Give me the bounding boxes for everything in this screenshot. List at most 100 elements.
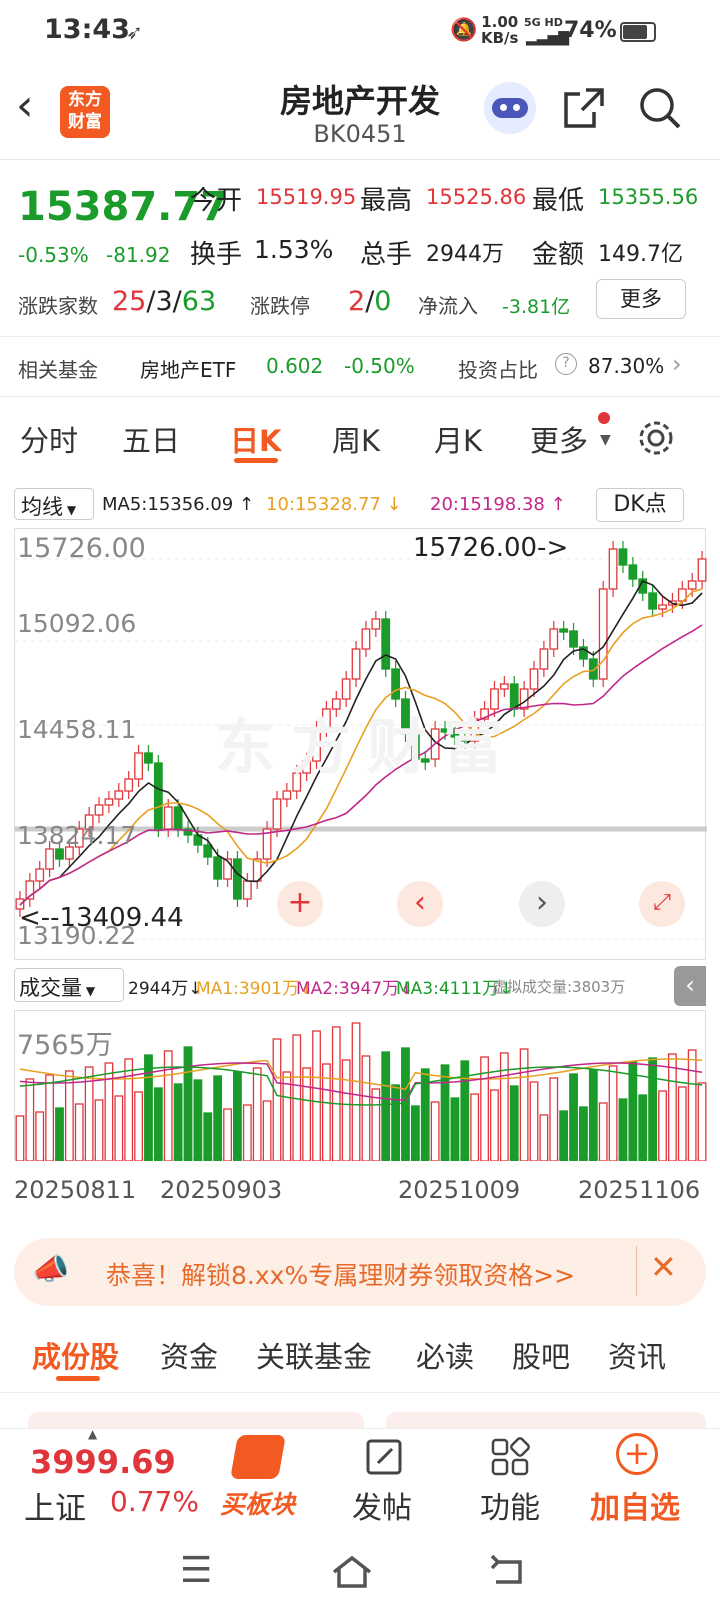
settings-gear-icon[interactable]: [636, 418, 676, 458]
menu-icon[interactable]: ☰: [180, 1550, 212, 1591]
battery-icon: [620, 22, 656, 42]
index-name[interactable]: 上证: [24, 1483, 86, 1528]
tab-constituents[interactable]: 成份股: [32, 1334, 119, 1376]
functions-label[interactable]: 功能: [480, 1483, 540, 1527]
volume-bar: [667, 1053, 677, 1161]
volume-bar: [272, 1038, 282, 1161]
fullscreen-icon[interactable]: ⤢: [639, 881, 685, 927]
edit-post-icon[interactable]: [364, 1437, 404, 1477]
tab-must-read[interactable]: 必读: [416, 1334, 474, 1376]
volume-bar: [64, 1070, 74, 1161]
amount-value: 149.7亿: [598, 242, 683, 267]
candle: [618, 541, 628, 573]
close-icon[interactable]: ✕: [650, 1248, 677, 1286]
pan-left-button[interactable]: ‹: [397, 881, 443, 927]
post-label[interactable]: 发帖: [352, 1483, 412, 1527]
robot-assistant-icon[interactable]: [484, 82, 536, 134]
more-quote-button[interactable]: 更多: [596, 279, 686, 319]
y-label-4: 13824.17: [17, 821, 137, 850]
promo-banner[interactable]: 📣 恭喜！解锁8.xx%专属理财券领取资格>> ✕: [14, 1238, 706, 1306]
volume-bar: [677, 1086, 687, 1161]
virtual-volume: 虚拟成交量:3803万: [492, 978, 626, 996]
chevron-right-icon[interactable]: ›: [672, 350, 682, 378]
volume-bar: [104, 1062, 114, 1161]
candle: [252, 851, 262, 889]
index-value[interactable]: 3999.69: [30, 1443, 176, 1481]
tab-monthly-k[interactable]: 月K: [434, 418, 482, 460]
tab-daily-k[interactable]: 日K: [230, 418, 281, 460]
candle: [104, 791, 114, 813]
candle: [114, 783, 124, 807]
volume-bar: [55, 1107, 64, 1161]
zoom-in-button[interactable]: +: [277, 881, 323, 927]
candle: [351, 641, 361, 687]
volume-bar: [74, 1103, 84, 1161]
signal-label: 5G HD: [524, 16, 563, 29]
volume-now: 2944万↓: [128, 979, 203, 999]
candle: [559, 621, 569, 640]
kline-chart[interactable]: 东方财富 15726.00 15092.06 14458.11 13824.17…: [14, 528, 707, 960]
volume-bar: [45, 1074, 55, 1161]
help-icon[interactable]: ?: [555, 353, 577, 375]
volume-chart: 7565万: [14, 1010, 707, 1161]
candle: [608, 541, 618, 597]
caret-up-icon: ▲: [88, 1427, 98, 1441]
volume-bar: [549, 1077, 559, 1161]
index-pct[interactable]: 0.77%: [110, 1485, 199, 1518]
volume-bar: [193, 1079, 203, 1161]
home-icon[interactable]: [330, 1554, 374, 1590]
volume-bar: [529, 1081, 539, 1161]
board-code: BK0451: [313, 120, 407, 148]
high-label: 最高: [360, 186, 413, 216]
add-favorite-icon[interactable]: +: [616, 1433, 658, 1475]
status-bar: 13:43 ➶ 🔕 1.00 KB/s 5G HD ▂▃▅▇ 74%: [0, 0, 720, 66]
functions-grid-icon[interactable]: [490, 1437, 530, 1477]
volume-bar: [242, 1104, 252, 1161]
volume-bar: [233, 1071, 242, 1161]
collapse-panel-button[interactable]: ‹: [674, 966, 706, 1006]
open-value: 15519.95: [256, 185, 357, 209]
volume-bar: [658, 1090, 667, 1161]
tab-more[interactable]: 更多: [530, 418, 588, 460]
volume-y-max: 7565万: [17, 1030, 113, 1061]
tab-related-funds[interactable]: 关联基金: [256, 1334, 372, 1376]
fund-price: 0.602: [266, 354, 324, 378]
volume-bar: [401, 1047, 410, 1161]
low-value: 15355.56: [598, 185, 699, 209]
tab-forum[interactable]: 股吧: [512, 1334, 570, 1376]
notification-dot: [598, 412, 610, 424]
candle: [539, 641, 549, 677]
mute-icon: 🔕: [450, 18, 478, 43]
candle: [381, 611, 391, 677]
dk-point-button[interactable]: DK点: [596, 488, 684, 522]
tab-five-day[interactable]: 五日: [122, 418, 180, 460]
tab-funds[interactable]: 资金: [160, 1334, 218, 1376]
tab-news[interactable]: 资讯: [608, 1334, 666, 1376]
tab-weekly-k[interactable]: 周K: [332, 418, 380, 460]
buy-sector-icon[interactable]: [230, 1435, 286, 1479]
candle: [361, 621, 371, 657]
volume-select[interactable]: 成交量 ▼: [14, 968, 124, 1002]
add-favorite-label[interactable]: 加自选: [590, 1483, 680, 1527]
watermark: 东方财富: [215, 713, 519, 783]
pan-right-button[interactable]: ›: [519, 881, 565, 927]
bottom-tab-indicator: [56, 1376, 100, 1381]
ma-select[interactable]: 均线 ▼: [14, 488, 94, 520]
share-icon[interactable]: [562, 86, 606, 130]
ma20-value: 20:15198.38 ↑: [430, 494, 566, 515]
volume-bar: [252, 1067, 262, 1161]
back-nav-icon[interactable]: [488, 1554, 528, 1590]
search-icon[interactable]: [638, 86, 682, 130]
ma5-value: MA5:15356.09 ↑: [102, 494, 255, 515]
tab-intraday[interactable]: 分时: [20, 418, 78, 460]
volume-bar: [381, 1051, 391, 1161]
volume-bar: [588, 1069, 598, 1161]
candle: [223, 851, 232, 887]
buy-sector-label[interactable]: 买板块: [220, 1485, 295, 1521]
fund-name[interactable]: 房地产ETF: [140, 354, 236, 383]
volume-bar: [114, 1095, 124, 1161]
breadth-counts: 25/3/63: [112, 286, 217, 317]
candle: [687, 573, 697, 597]
bottom-toolbar: ▲ 3999.69 上证 0.77% 买板块 发帖 功能 + 加自选: [0, 1427, 720, 1528]
volume-bar: [223, 1108, 232, 1161]
